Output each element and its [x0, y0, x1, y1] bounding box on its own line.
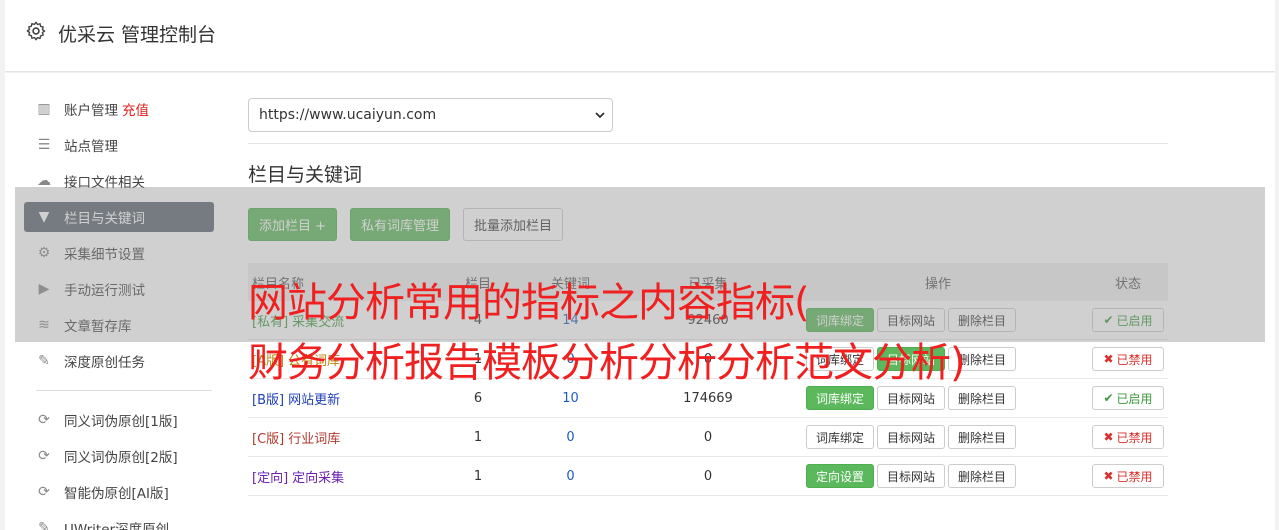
cell-status: ✖ 已禁用	[1088, 425, 1168, 449]
edit-icon: ✎	[38, 520, 50, 530]
sidebar-item-label: 深度原创任务	[64, 355, 145, 371]
status-label: 已禁用	[1116, 469, 1153, 484]
target-site-button[interactable]: 目标网站	[877, 386, 946, 410]
row-name[interactable]: 网站更新	[288, 393, 340, 408]
cell-count-b[interactable]: 10	[513, 391, 628, 406]
cell-count-b[interactable]: 0	[513, 469, 628, 484]
close-icon: ✖	[1103, 352, 1114, 366]
page-title: 优采云 管理控制台	[58, 24, 217, 46]
cell-count-b[interactable]: 0	[513, 430, 628, 445]
status-toggle[interactable]: ✔ 已启用	[1092, 386, 1164, 410]
delete-column-button[interactable]: 删除栏目	[948, 464, 1017, 488]
app-header: 优采云 管理控制台	[5, 0, 1275, 72]
site-select-value: https://www.ucaiyun.com	[259, 107, 437, 123]
row-tag: [定向]	[252, 470, 289, 486]
cell-status: ✖ 已禁用	[1088, 347, 1168, 371]
cell-ops: 词库绑定 目标网站 删除栏目	[788, 425, 1088, 449]
target-site-button[interactable]: 目标网站	[877, 464, 946, 488]
sidebar-item[interactable]: ✎ UWriter深度原创	[24, 513, 214, 530]
sidebar-divider	[36, 390, 212, 391]
cell-count-a: 1	[473, 468, 483, 484]
edit-icon: ✎	[38, 353, 50, 369]
gear-icon[interactable]	[25, 20, 47, 42]
status-label: 已禁用	[1116, 430, 1153, 445]
cell-ops: 定向设置 目标网站 删除栏目	[788, 464, 1088, 488]
sidebar-item[interactable]: ⟳ 同义词伪原创[2版]	[24, 441, 214, 471]
overlay-text-line2: 财务分析报告模板分析分析分析范文分析)	[248, 340, 966, 386]
bar-chart-icon: ▥	[37, 101, 51, 117]
sidebar-item-label: 站点管理	[64, 139, 118, 155]
row-tag: [B版]	[252, 392, 285, 408]
status-label: 已启用	[1116, 391, 1153, 406]
delete-column-button[interactable]: 删除栏目	[948, 386, 1017, 410]
status-toggle[interactable]: ✖ 已禁用	[1092, 347, 1164, 371]
sidebar-item-label: 同义词伪原创[1版]	[64, 414, 178, 430]
site-select[interactable]: https://www.ucaiyun.com	[248, 98, 613, 132]
table-row: [C版] 行业词库 1 0 0 词库绑定 目标网站 删除栏目 ✖ 已禁用	[248, 418, 1168, 457]
main-content: https://www.ucaiyun.com 栏目与关键词 添加栏目 + 私有…	[248, 98, 1168, 496]
refresh-icon: ⟳	[38, 448, 50, 464]
refresh-icon: ⟳	[38, 484, 50, 500]
recharge-link[interactable]: 充值	[122, 99, 149, 119]
sidebar-item[interactable]: ☰ 站点管理	[24, 130, 214, 160]
sidebar-item-label: 账户管理	[64, 103, 118, 119]
sidebar-item[interactable]: ✎ 深度原创任务	[24, 346, 214, 376]
cell-count-a: 1	[473, 429, 483, 445]
cell-name: [定向] 定向采集	[248, 467, 443, 486]
overlay-text-line1: 网站分析常用的指标之内容指标(	[248, 280, 810, 326]
section-title: 栏目与关键词	[248, 164, 363, 186]
cell-name: [B版] 网站更新	[248, 389, 443, 408]
status-toggle[interactable]: ✖ 已禁用	[1092, 425, 1164, 449]
bind-library-button[interactable]: 定向设置	[806, 464, 875, 488]
cell-count-c: 0	[703, 429, 713, 445]
check-icon: ✔	[1103, 391, 1114, 405]
delete-column-button[interactable]: 删除栏目	[948, 425, 1017, 449]
cell-count-c: 0	[703, 468, 713, 484]
sidebar-item-label: 同义词伪原创[2版]	[64, 450, 178, 466]
bind-library-button[interactable]: 词库绑定	[806, 425, 875, 449]
cell-name: [C版] 行业词库	[248, 428, 443, 447]
cell-status: ✔ 已启用	[1088, 386, 1168, 410]
refresh-icon: ⟳	[38, 412, 50, 428]
sidebar-item[interactable]: ⟳ 同义词伪原创[1版]	[24, 405, 214, 435]
cell-count-a: 6	[473, 390, 483, 406]
close-icon: ✖	[1103, 430, 1114, 444]
sidebar-item[interactable]: ▥ 账户管理 充值	[24, 94, 214, 124]
chevron-down-icon	[595, 112, 605, 119]
row-name[interactable]: 定向采集	[292, 471, 344, 486]
row-tag: [C版]	[252, 431, 285, 447]
row-name[interactable]: 行业词库	[288, 432, 340, 447]
target-site-button[interactable]: 目标网站	[877, 425, 946, 449]
server-icon: ☰	[37, 137, 51, 153]
close-icon: ✖	[1103, 469, 1114, 483]
status-toggle[interactable]: ✖ 已禁用	[1092, 464, 1164, 488]
divider	[248, 143, 1168, 144]
cell-status: ✖ 已禁用	[1088, 464, 1168, 488]
cell-count-c: 174669	[683, 390, 733, 406]
status-label: 已禁用	[1116, 352, 1153, 367]
sidebar-item-label: UWriter深度原创	[64, 522, 170, 530]
bind-library-button[interactable]: 词库绑定	[806, 386, 875, 410]
table-row: [定向] 定向采集 1 0 0 定向设置 目标网站 删除栏目 ✖ 已禁用	[248, 457, 1168, 496]
sidebar-item-label: 智能伪原创[AI版]	[64, 486, 169, 502]
sidebar-item[interactable]: ⟳ 智能伪原创[AI版]	[24, 477, 214, 507]
cell-ops: 词库绑定 目标网站 删除栏目	[788, 386, 1088, 410]
